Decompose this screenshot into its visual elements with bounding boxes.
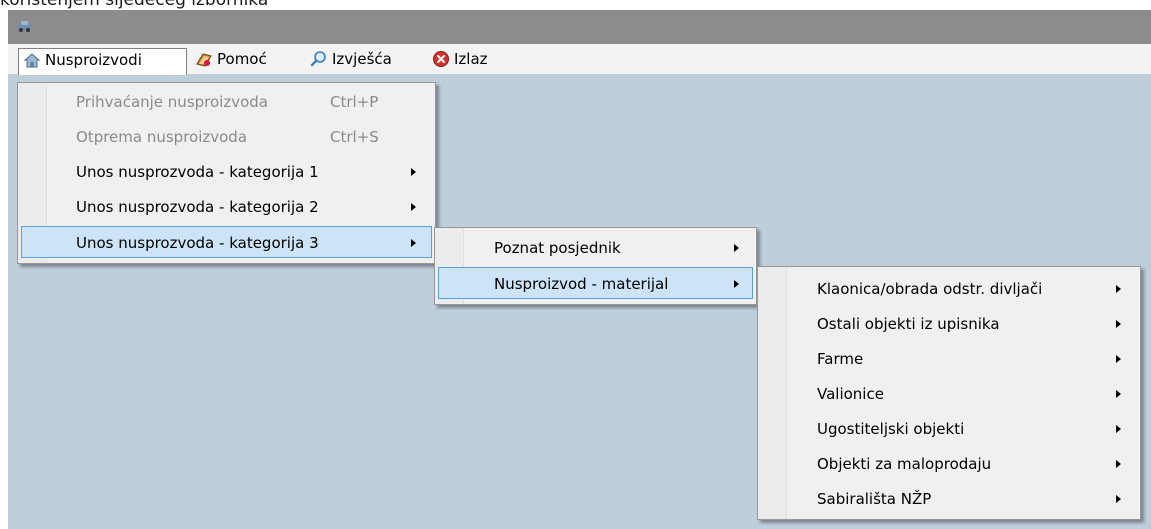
menu-item-ostali-objekti[interactable]: Ostali objekti iz upisnika (761, 308, 1137, 340)
dropdown-kategorija-3: Poznat posjednik Nusproizvod - materijal (434, 227, 757, 305)
submenu-arrow-icon (1116, 355, 1121, 363)
title-bar (8, 10, 1151, 44)
menu-item-nusproizvod-materijal[interactable]: Nusproizvod - materijal (438, 267, 753, 299)
menu-izvjesca[interactable]: Izvješća (306, 48, 392, 72)
menu-item-label: Prihvaćanje nusproizvoda (76, 93, 268, 111)
menu-izvjesca-label: Izvješća (332, 50, 392, 68)
submenu-arrow-icon (1116, 390, 1121, 398)
menu-item-otprema[interactable]: Otprema nusproizvoda Ctrl+S (21, 121, 432, 153)
menu-item-ugostiteljski[interactable]: Ugostiteljski objekti (761, 413, 1137, 445)
menu-item-label: Ostali objekti iz upisnika (817, 315, 1000, 333)
app-icon (18, 21, 31, 32)
menu-nusproizvodi-label: Nusproizvodi (45, 51, 142, 69)
submenu-arrow-icon (411, 168, 416, 176)
submenu-arrow-icon (1116, 495, 1121, 503)
menu-item-shortcut: Ctrl+P (330, 93, 379, 111)
menu-pomoc-label: Pomoć (217, 50, 267, 68)
menu-item-label: Ugostiteljski objekti (817, 420, 965, 438)
menu-item-kategorija-1[interactable]: Unos nusprozvoda - kategorija 1 (21, 156, 432, 188)
menu-item-label: Unos nusprozvoda - kategorija 2 (76, 198, 319, 216)
caption-text: korištenjem sljedećeg izbornika (0, 0, 269, 10)
dropdown-nusproizvod-materijal: Klaonica/obrada odstr. divljači Ostali o… (757, 266, 1141, 520)
submenu-arrow-icon (1116, 320, 1121, 328)
menu-bar: Nusproizvodi Pomoć Izvješća Izlaz (8, 44, 1151, 75)
submenu-arrow-icon (411, 203, 416, 211)
menu-item-valionice[interactable]: Valionice (761, 378, 1137, 410)
menu-item-poznat-posjednik[interactable]: Poznat posjednik (438, 232, 753, 264)
menu-item-label: Unos nusprozvoda - kategorija 3 (76, 234, 319, 252)
menu-pomoc[interactable]: Pomoć (191, 48, 267, 72)
submenu-arrow-icon (734, 244, 739, 252)
submenu-arrow-icon (1116, 460, 1121, 468)
menu-item-prihvacanje[interactable]: Prihvaćanje nusproizvoda Ctrl+P (21, 86, 432, 118)
submenu-arrow-icon (1116, 285, 1121, 293)
menu-item-label: Unos nusprozvoda - kategorija 1 (76, 163, 319, 181)
home-icon (23, 53, 41, 68)
submenu-arrow-icon (411, 239, 416, 247)
menu-nusproizvodi[interactable]: Nusproizvodi (18, 48, 187, 75)
magnifier-icon (310, 51, 326, 67)
menu-item-farme[interactable]: Farme (761, 343, 1137, 375)
menu-item-kategorija-2[interactable]: Unos nusprozvoda - kategorija 2 (21, 191, 432, 223)
menu-item-label: Sabirališta NŽP (817, 490, 932, 508)
menu-item-label: Objekti za maloprodaju (817, 455, 992, 473)
menu-item-klaonica[interactable]: Klaonica/obrada odstr. divljači (761, 273, 1137, 305)
menu-item-kategorija-3[interactable]: Unos nusprozvoda - kategorija 3 (21, 226, 432, 258)
menu-item-shortcut: Ctrl+S (330, 128, 379, 146)
submenu-arrow-icon (1116, 425, 1121, 433)
menu-izlaz-label: Izlaz (454, 50, 488, 68)
submenu-arrow-icon (734, 280, 739, 288)
menu-item-sabiralista[interactable]: Sabirališta NŽP (761, 483, 1137, 515)
help-book-icon (196, 53, 212, 67)
menu-item-label: Poznat posjednik (494, 239, 621, 257)
menu-item-label: Valionice (817, 385, 884, 403)
exit-icon (433, 51, 449, 67)
menu-izlaz[interactable]: Izlaz (428, 48, 488, 72)
menu-item-maloprodaja[interactable]: Objekti za maloprodaju (761, 448, 1137, 480)
menu-item-label: Farme (817, 350, 864, 368)
menu-item-label: Nusproizvod - materijal (494, 275, 669, 293)
menu-item-label: Klaonica/obrada odstr. divljači (817, 280, 1043, 298)
dropdown-nusproizvodi: Prihvaćanje nusproizvoda Ctrl+P Otprema … (17, 82, 436, 264)
menu-item-label: Otprema nusproizvoda (76, 128, 248, 146)
